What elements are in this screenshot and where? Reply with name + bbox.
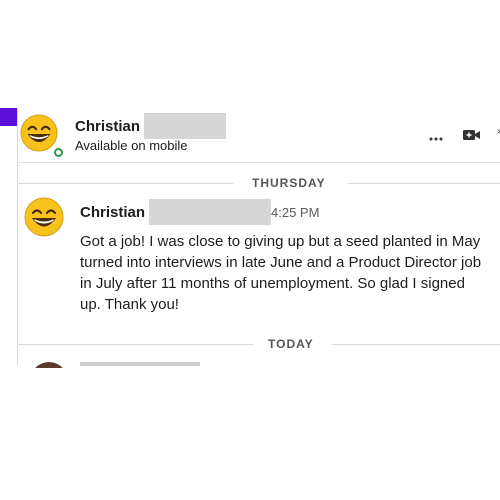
avatar[interactable]: [20, 114, 63, 157]
date-divider-label: TODAY: [268, 337, 314, 351]
message-timestamp[interactable]: 4:25 PM: [271, 205, 319, 220]
date-divider-today: TODAY: [18, 337, 500, 351]
accent-bar: [0, 108, 18, 126]
grinning-face-icon: [20, 114, 58, 152]
contact-name[interactable]: Christian: [75, 118, 140, 135]
video-call-icon[interactable]: [463, 128, 481, 144]
more-horizontal-icon[interactable]: [429, 128, 443, 144]
redacted-surname: [144, 113, 226, 139]
date-divider-label: THURSDAY: [252, 176, 326, 190]
next-message-preview: [80, 362, 200, 366]
redacted-surname: [149, 199, 271, 225]
message-avatar[interactable]: [24, 197, 64, 237]
message-sender[interactable]: Christian: [80, 204, 145, 221]
next-message-avatar[interactable]: [30, 362, 68, 368]
chat-header: Christian Available on mobile ⁎: [18, 108, 500, 163]
contact-status: Available on mobile: [75, 138, 188, 153]
presence-indicator: [54, 148, 63, 157]
date-divider-thursday: THURSDAY: [18, 176, 500, 190]
grinning-face-icon: [24, 197, 64, 237]
message-text: Got a job! I was close to giving up but …: [80, 233, 482, 313]
